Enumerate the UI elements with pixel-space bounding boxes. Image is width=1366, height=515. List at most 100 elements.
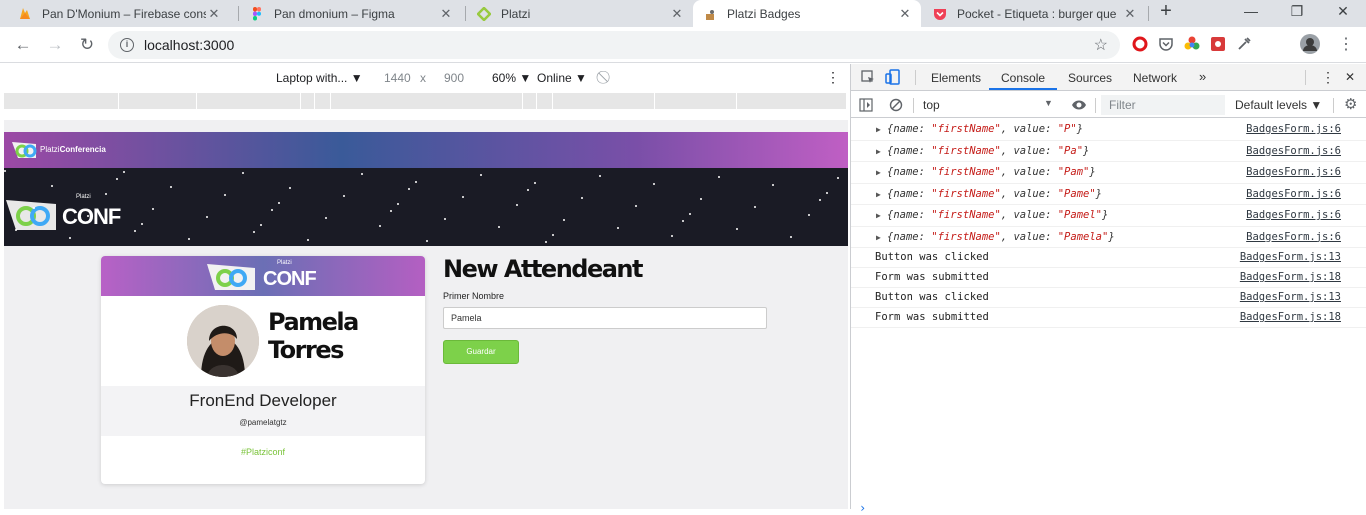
sidebar-toggle-icon[interactable] — [859, 98, 873, 112]
console-log-row[interactable]: ▶ {name: "firstName", value: "Pam"} Badges… — [851, 162, 1366, 184]
restore-button[interactable]: ❐ — [1274, 0, 1320, 27]
media-query-ruler[interactable] — [4, 93, 846, 109]
context-select[interactable]: top — [923, 98, 940, 112]
device-menu-icon[interactable]: ⋮ — [826, 69, 840, 86]
badge-job-title: FronEnd Developer — [189, 391, 337, 410]
star-dot — [361, 173, 363, 175]
console-log-row[interactable]: ▶ {name: "firstName", value: "Pa"} BadgesF… — [851, 141, 1366, 162]
react-devtools-icon[interactable] — [1210, 36, 1226, 52]
expand-arrow-icon[interactable]: ▶ — [876, 119, 881, 140]
expand-arrow-icon[interactable]: ▶ — [876, 227, 881, 248]
throttle-select[interactable]: Online ▼ — [537, 71, 587, 85]
star-dot — [671, 235, 673, 237]
close-icon[interactable]: ✕ — [206, 6, 222, 22]
star-dot — [689, 213, 691, 215]
filter-input[interactable]: Filter — [1101, 95, 1225, 115]
log-object[interactable]: {name: "firstName", value: "Pam"} — [887, 162, 1096, 183]
eye-icon[interactable] — [1071, 99, 1087, 111]
log-source-link[interactable]: BadgesForm.js:13 — [1240, 288, 1341, 307]
forward-button[interactable]: → — [44, 34, 66, 56]
info-icon[interactable]: i — [120, 38, 134, 52]
more-tabs-icon[interactable]: » — [1199, 69, 1206, 84]
minimize-button[interactable]: — — [1228, 0, 1274, 27]
log-source-link[interactable]: BadgesForm.js:18 — [1240, 268, 1341, 287]
log-object[interactable]: {name: "firstName", value: "P"} — [887, 119, 1083, 140]
close-devtools-icon[interactable]: ✕ — [1345, 70, 1355, 84]
log-object[interactable]: {name: "firstName", value: "Pamela"} — [887, 227, 1115, 248]
console-log-row[interactable]: ▶ {name: "firstName", value: "Pame"} Badge… — [851, 184, 1366, 205]
log-object[interactable]: {name: "firstName", value: "Pamel"} — [887, 205, 1108, 226]
device-toggle-icon[interactable] — [885, 69, 901, 85]
avatar-icon[interactable] — [1300, 34, 1320, 54]
tab-pocket[interactable]: Pocket - Etiqueta : burger que ✕ — [923, 0, 1146, 27]
back-button[interactable]: ← — [12, 34, 34, 56]
log-source-link[interactable]: BadgesForm.js:6 — [1246, 141, 1341, 162]
device-select-label: Laptop with... — [276, 71, 348, 85]
devtools-menu-icon[interactable]: ⋮ — [1321, 69, 1335, 86]
console-log-row[interactable]: ▶ {name: "firstName", value: "Pamel"} Badg… — [851, 205, 1366, 227]
close-icon[interactable]: ✕ — [438, 6, 454, 22]
log-source-link[interactable]: BadgesForm.js:6 — [1246, 227, 1341, 248]
save-button[interactable]: Guardar — [443, 340, 519, 364]
platzi-conf-logo[interactable] — [10, 138, 40, 162]
star-dot — [141, 223, 143, 225]
console-log-row[interactable]: ▶ {name: "firstName", value: "P"} BadgesFo… — [851, 119, 1366, 141]
pocket-extension-icon[interactable] — [1158, 36, 1174, 52]
address-bar[interactable]: i localhost:3000 ☆ — [108, 31, 1120, 59]
tab-platzi[interactable]: Platzi ✕ — [467, 0, 693, 27]
expand-arrow-icon[interactable]: ▶ — [876, 205, 881, 226]
color-extension-icon[interactable] — [1184, 36, 1200, 52]
tab-platzi-badges[interactable]: Platzi Badges ✕ — [693, 0, 921, 27]
new-tab-button[interactable]: + — [1143, 0, 1189, 27]
log-source-link[interactable]: BadgesForm.js:6 — [1246, 162, 1341, 183]
star-dot — [260, 224, 262, 226]
navbar-brand: PlatziConferencia — [40, 145, 106, 154]
star-dot — [617, 227, 619, 229]
log-levels-select[interactable]: Default levels ▼ — [1235, 98, 1322, 112]
tab-network[interactable]: Network — [1133, 71, 1177, 85]
expand-arrow-icon[interactable]: ▶ — [876, 141, 881, 162]
eyedropper-icon[interactable] — [1236, 36, 1252, 52]
device-select[interactable]: Laptop with... ▼ — [276, 71, 363, 85]
tab-divider — [238, 6, 239, 21]
close-icon[interactable]: ✕ — [897, 6, 913, 22]
expand-arrow-icon[interactable]: ▶ — [876, 162, 881, 183]
close-icon[interactable]: ✕ — [669, 6, 685, 22]
first-name-label: Primer Nombre — [443, 291, 505, 301]
log-object[interactable]: {name: "firstName", value: "Pame"} — [887, 184, 1102, 205]
device-width[interactable]: 1440 — [384, 71, 411, 85]
log-source-link[interactable]: BadgesForm.js:18 — [1240, 308, 1341, 327]
badge-header-logo — [207, 264, 255, 290]
star-dot — [736, 228, 738, 230]
tab-console[interactable]: Console — [1001, 71, 1045, 85]
close-icon[interactable]: ✕ — [1122, 6, 1138, 22]
bookmark-star-icon[interactable]: ☆ — [1094, 35, 1108, 55]
close-window-button[interactable]: ✕ — [1320, 0, 1366, 27]
form-title: New Attendeant — [443, 255, 643, 283]
inspect-element-icon[interactable] — [861, 70, 875, 84]
console-settings-icon[interactable]: ⚙ — [1344, 95, 1357, 113]
clear-console-icon[interactable] — [889, 98, 903, 112]
log-object[interactable]: {name: "firstName", value: "Pa"} — [887, 141, 1089, 162]
tab-elements[interactable]: Elements — [931, 71, 981, 85]
log-source-link[interactable]: BadgesForm.js:13 — [1240, 248, 1341, 267]
log-source-link[interactable]: BadgesForm.js:6 — [1246, 205, 1341, 226]
device-height[interactable]: 900 — [444, 71, 464, 85]
opera-icon[interactable] — [1132, 36, 1148, 52]
zoom-select[interactable]: 60% ▼ — [492, 71, 531, 85]
kebab-menu-icon[interactable]: ⋮ — [1338, 34, 1354, 54]
tab-figma[interactable]: Pan dmonium – Figma ✕ — [240, 0, 462, 27]
tab-sources[interactable]: Sources — [1068, 71, 1112, 85]
star-dot — [4, 170, 6, 172]
log-message: Button was clicked — [875, 291, 989, 303]
console-log-row[interactable]: ▶ {name: "firstName", value: "Pamela"} Bad… — [851, 227, 1366, 248]
first-name-input[interactable]: Pamela — [443, 307, 767, 329]
reload-button[interactable]: ↻ — [76, 34, 98, 56]
expand-arrow-icon[interactable]: ▶ — [876, 184, 881, 205]
console-prompt-icon[interactable]: › — [859, 501, 866, 515]
log-source-link[interactable]: BadgesForm.js:6 — [1246, 184, 1341, 205]
star-dot — [516, 204, 518, 206]
context-dropdown-icon[interactable]: ▼ — [1044, 98, 1053, 108]
tab-firebase[interactable]: Pan D'Monium – Firebase cons ✕ — [8, 0, 230, 27]
log-source-link[interactable]: BadgesForm.js:6 — [1246, 119, 1341, 140]
